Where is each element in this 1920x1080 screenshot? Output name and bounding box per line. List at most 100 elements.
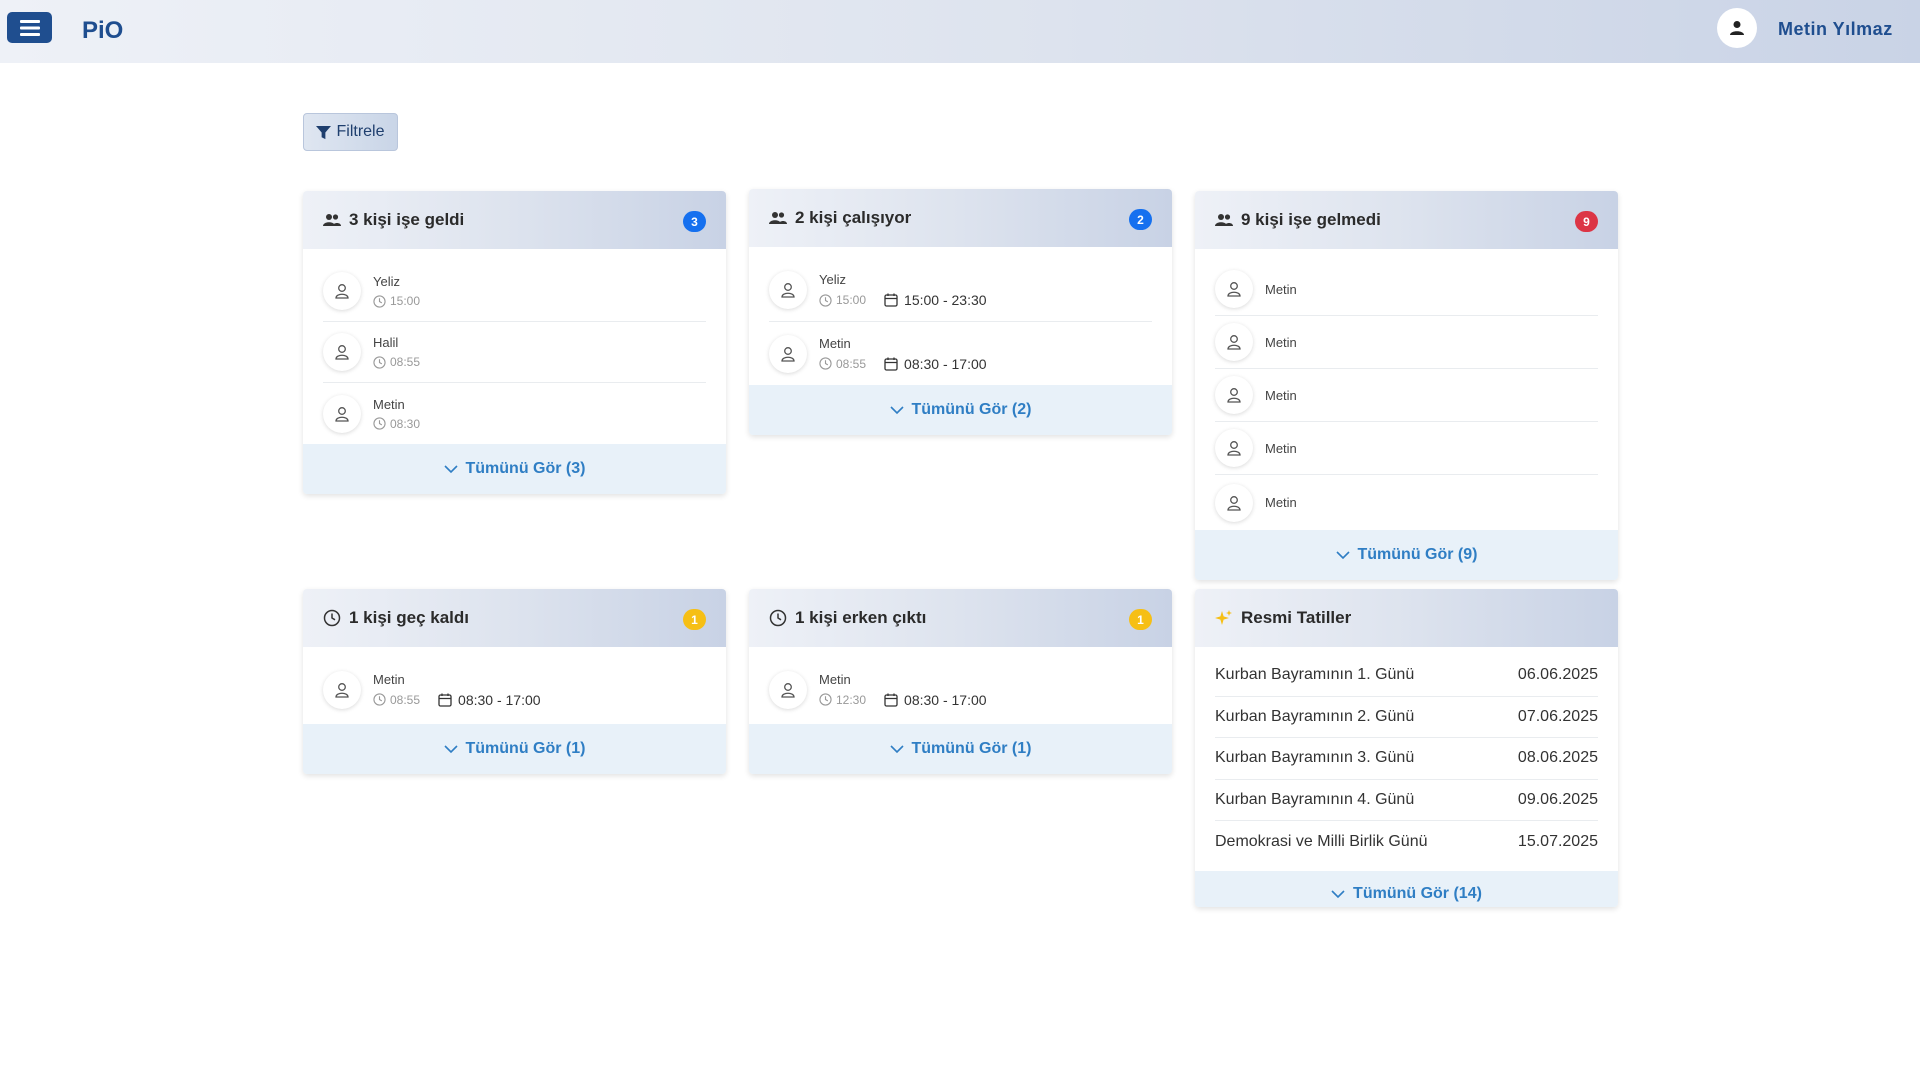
holiday-row: Kurban Bayramının 4. Günü 09.06.2025 [1215,780,1598,821]
shift-hours: 08:30 - 17:00 [458,691,541,708]
card-header: 1 kişi erken çıktı 1 [749,589,1172,647]
card-list: Yeliz 15:00 15:00 - 23:30 Metin 08:55 08… [749,247,1172,385]
check-in-time: 08:55 [390,355,421,369]
card-title: 2 kişi çalışıyor [795,208,912,227]
card-working: 2 kişi çalışıyor 2 Yeliz 15:00 15:00 - 2… [749,189,1172,435]
holiday-row: Demokrasi ve Milli Birlik Günü 15.07.202… [1215,821,1598,863]
view-all-label: Tümünü Gör (2) [911,401,1032,418]
holiday-row: Kurban Bayramının 3. Günü 08.06.2025 [1215,738,1598,780]
view-all-button[interactable]: Tümünü Gör (9) [1195,530,1618,580]
list-item[interactable]: Metin [1215,422,1598,475]
holiday-name: Kurban Bayramının 4. Günü [1215,790,1415,808]
clock-icon [819,693,832,706]
view-all-button[interactable]: Tümünü Gör (1) [303,724,726,774]
holiday-list: Kurban Bayramının 1. Günü 06.06.2025 Kur… [1195,647,1618,863]
view-all-button[interactable]: Tümünü Gör (3) [303,444,726,494]
card-list: Yeliz 15:00 Halil 08:55 Metin 08:30 [303,249,726,444]
person-name: Yeliz [819,272,846,287]
person-icon [1215,429,1253,467]
card-arrived: 3 kişi işe geldi 3 Yeliz 15:00 Halil 08:… [303,191,726,494]
chevron-down-icon [443,464,458,473]
user-avatar[interactable] [1717,8,1757,48]
card-list: Metin 08:55 08:30 - 17:00 [303,647,726,724]
count-badge: 1 [1129,609,1152,630]
filter-label: Filtrele [336,123,385,140]
list-item[interactable]: Metin [1215,263,1598,316]
person-icon [1215,376,1253,414]
check-in-time: 08:55 [390,692,421,707]
person-icon [323,394,361,433]
person-icon [769,334,807,373]
check-in-time: 15:00 [390,294,421,308]
list-item[interactable]: Metin [1215,316,1598,369]
list-item[interactable]: Metin 08:55 08:30 - 17:00 [769,322,1152,385]
clock-icon [769,609,787,627]
calendar-icon [438,693,452,707]
person-name: Metin [1265,440,1297,456]
list-item[interactable]: Metin 12:30 08:30 - 17:00 [769,655,1152,724]
card-title: 9 kişi işe gelmedi [1241,210,1381,229]
calendar-icon [884,357,898,371]
card-header: 2 kişi çalışıyor 2 [749,189,1172,247]
person-icon [323,333,361,371]
users-icon [769,209,787,227]
calendar-icon [884,693,898,707]
check-in-time: 08:30 [390,416,421,431]
list-item[interactable]: Metin 08:30 [323,383,706,444]
person-icon [769,670,807,709]
person-icon [1215,323,1253,361]
list-item[interactable]: Yeliz 15:00 [323,261,706,322]
check-out-time: 12:30 [836,692,867,707]
check-in-time: 08:55 [836,356,867,371]
list-item[interactable]: Metin 08:55 08:30 - 17:00 [323,655,706,724]
chevron-down-icon [443,744,458,753]
sparkle-icon [1215,609,1233,627]
clock-icon [373,693,386,706]
person-name: Metin [819,335,851,351]
list-item[interactable]: Halil 08:55 [323,322,706,383]
hamburger-icon [19,19,40,36]
view-all-label: Tümünü Gör (14) [1353,884,1482,902]
clock-icon [373,417,386,430]
holiday-name: Kurban Bayramının 2. Günü [1215,707,1415,725]
person-icon [323,670,361,709]
person-icon [1215,270,1253,308]
person-name: Yeliz [373,274,400,289]
view-all-button[interactable]: Tümünü Gör (1) [749,724,1172,774]
holiday-date: 07.06.2025 [1517,707,1598,725]
clock-icon [323,609,341,627]
person-name: Metin [373,396,405,412]
shift-hours: 15:00 - 23:30 [904,292,987,308]
list-item[interactable]: Metin [1215,475,1598,530]
person-name: Metin [373,671,405,687]
holiday-date: 15.07.2025 [1517,832,1598,850]
card-late: 1 kişi geç kaldı 1 Metin 08:55 08:30 - 1… [303,589,726,774]
user-icon [1730,21,1744,35]
view-all-button[interactable]: Tümünü Gör (14) [1195,870,1618,907]
menu-button[interactable] [7,12,52,43]
shift-hours: 08:30 - 17:00 [904,691,987,708]
list-item[interactable]: Metin [1215,369,1598,422]
view-all-button[interactable]: Tümünü Gör (2) [749,385,1172,435]
chevron-down-icon [1331,889,1345,898]
card-header: 3 kişi işe geldi 3 [303,191,726,249]
logo[interactable]: PiO [82,17,123,45]
shift-hours: 08:30 - 17:00 [904,355,987,372]
user-name[interactable]: Metin Yılmaz [1778,19,1893,40]
person-name: Halil [373,335,399,350]
person-name: Metin [819,671,851,687]
holiday-name: Kurban Bayramının 1. Günü [1215,666,1415,684]
card-header: 1 kişi geç kaldı 1 [303,589,726,647]
count-badge: 1 [683,609,706,630]
list-item[interactable]: Yeliz 15:00 15:00 - 23:30 [769,259,1152,322]
clock-icon [373,294,386,308]
holiday-row: Kurban Bayramının 2. Günü 07.06.2025 [1215,697,1598,738]
count-badge: 3 [683,211,706,232]
card-title: Resmi Tatiller [1241,608,1352,627]
card-title: 3 kişi işe geldi [349,210,465,229]
filter-icon [316,125,332,139]
view-all-label: Tümünü Gör (1) [911,740,1032,757]
filter-button[interactable]: Filtrele [303,113,398,151]
users-icon [1215,211,1233,229]
card-title: 1 kişi geç kaldı [349,608,470,627]
